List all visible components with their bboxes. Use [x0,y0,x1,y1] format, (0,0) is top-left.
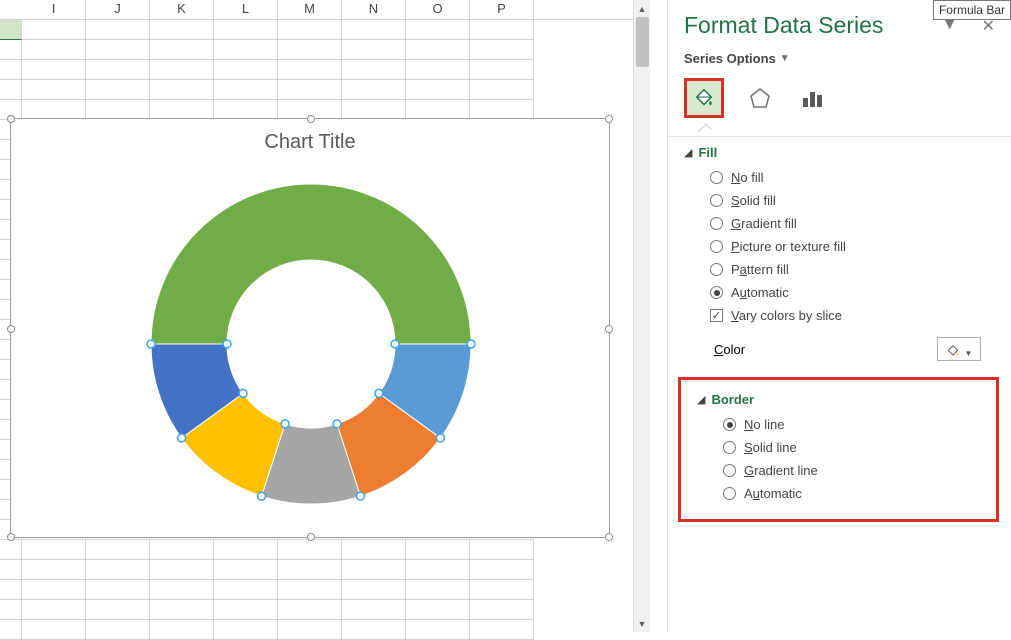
scroll-up-button[interactable]: ▲ [634,0,650,17]
paint-bucket-icon [946,344,960,358]
radio-icon [723,441,736,454]
col-header[interactable]: M [278,0,342,19]
radio-icon [710,194,723,207]
border-section-header[interactable]: ◢ Border [681,384,996,413]
radio-icon [710,217,723,230]
automatic-fill-option[interactable]: Automatic [668,281,1011,304]
radio-icon [723,464,736,477]
effects-tab[interactable] [744,82,776,114]
option-label: Gradient fill [731,216,797,231]
border-section-highlight: ◢ Border No line Solid line Gradient lin… [678,377,999,522]
col-header[interactable]: N [342,0,406,19]
checkbox-icon: ✓ [710,309,723,322]
border-section-title: Border [711,392,754,407]
option-label: Solid fill [731,193,776,208]
radio-icon [723,418,736,431]
picture-fill-option[interactable]: Picture or texture fill [668,235,1011,258]
gradient-line-option[interactable]: Gradient line [681,459,996,482]
radio-icon [723,487,736,500]
option-label: Picture or texture fill [731,239,846,254]
chart-title[interactable]: Chart Title [11,131,609,154]
collapse-icon: ◢ [697,393,705,406]
gradient-fill-option[interactable]: Gradient fill [668,212,1011,235]
format-data-series-pane: Formula Bar Format Data Series ▼ ✕ Serie… [667,0,1011,632]
vary-colors-option[interactable]: ✓ Vary colors by slice [668,304,1011,327]
col-header[interactable]: L [214,0,278,19]
radio-icon [710,263,723,276]
pane-title: Format Data Series [684,12,883,39]
scroll-down-button[interactable]: ▼ [634,615,650,632]
spreadsheet-area: I J K L M N O P [0,0,650,632]
option-label: No fill [731,170,764,185]
color-label: Color [714,342,745,357]
series-options-tab[interactable] [796,82,828,114]
formula-bar-tooltip: Formula Bar [933,0,1011,20]
fill-section-title: Fill [698,145,717,160]
chevron-down-icon: ▼ [965,349,973,358]
option-label: Automatic [731,285,789,300]
vertical-scrollbar[interactable]: ▲ ▼ [633,0,650,632]
radio-icon [710,171,723,184]
series-options-label: Series Options [684,51,776,66]
solid-line-option[interactable]: Solid line [681,436,996,459]
solid-fill-option[interactable]: Solid fill [668,189,1011,212]
no-fill-option[interactable]: No fill [668,166,1011,189]
chevron-down-icon: ▼ [780,53,790,64]
column-headers: I J K L M N O P [0,0,650,20]
col-header[interactable]: K [150,0,214,19]
option-label: Solid line [744,440,797,455]
option-label: Gradient line [744,463,818,478]
col-header[interactable]: O [406,0,470,19]
radio-icon [710,286,723,299]
series-options-dropdown[interactable]: Series Options ▼ [668,45,1011,78]
option-label: No line [744,417,784,432]
col-header[interactable]: P [470,0,534,19]
option-label: Automatic [744,486,802,501]
collapse-icon: ◢ [684,146,692,159]
doughnut-chart[interactable] [141,174,481,514]
pentagon-icon [748,86,772,110]
pattern-fill-option[interactable]: Pattern fill [668,258,1011,281]
fill-color-button[interactable]: ▼ [937,337,981,361]
chart-object[interactable]: Chart Title [10,118,610,538]
bar-chart-icon [800,86,824,110]
col-header[interactable]: J [86,0,150,19]
automatic-line-option[interactable]: Automatic [681,482,996,505]
scroll-thumb[interactable] [636,17,649,67]
option-label: Pattern fill [731,262,789,277]
fill-and-line-tab[interactable] [684,78,724,118]
no-line-option[interactable]: No line [681,413,996,436]
col-spacer [0,0,22,19]
paint-bucket-icon [693,87,715,109]
option-label: Vary colors by slice [731,308,842,323]
col-header[interactable]: I [22,0,86,19]
radio-icon [710,240,723,253]
fill-section-header[interactable]: ◢ Fill [668,137,1011,166]
